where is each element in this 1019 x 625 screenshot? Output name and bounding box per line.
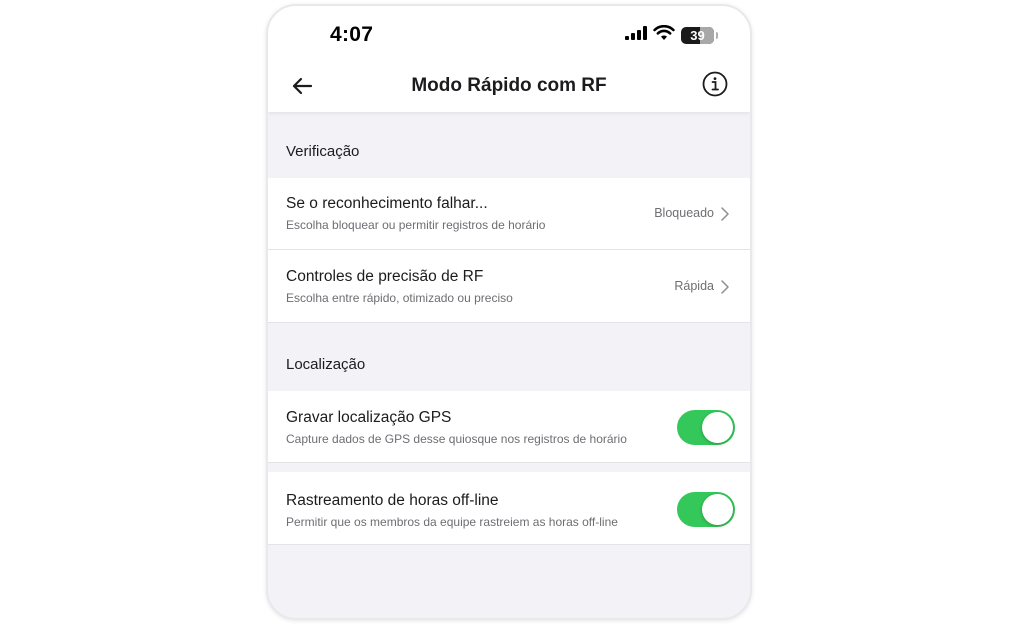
battery-icon: 39 <box>681 27 718 44</box>
gps-location-toggle[interactable] <box>677 410 735 445</box>
wifi-icon <box>653 24 675 46</box>
section-header-location: Localização <box>286 356 366 373</box>
row-title: Controles de precisão de RF <box>286 268 484 285</box>
cellular-signal-icon <box>625 26 647 45</box>
info-button[interactable] <box>700 71 730 101</box>
row-title: Rastreamento de horas off-line <box>286 492 499 509</box>
row-subtitle: Capture dados de GPS desse quiosque nos … <box>286 432 627 446</box>
row-subtitle: Escolha entre rápido, otimizado ou preci… <box>286 291 513 305</box>
row-title: Se o reconhecimento falhar... <box>286 195 488 212</box>
phone-frame: 4:07 39 Modo Rápido com RF Verificação S… <box>266 4 752 620</box>
row-offline-tracking: Rastreamento de horas off-line Permitir … <box>268 472 750 545</box>
row-gps-location: Gravar localização GPS Capture dados de … <box>268 391 750 463</box>
status-icons: 39 <box>625 24 718 46</box>
nav-bar: Modo Rápido com RF <box>268 64 750 112</box>
section-header-verification: Verificação <box>286 143 360 160</box>
info-icon <box>702 71 728 102</box>
chevron-right-icon <box>720 207 730 221</box>
battery-level: 39 <box>690 28 705 43</box>
status-bar: 4:07 39 <box>268 6 750 64</box>
toggle-knob <box>702 412 733 443</box>
row-value: Rápida <box>674 279 714 293</box>
row-rf-precision[interactable]: Controles de precisão de RF Escolha entr… <box>268 250 750 323</box>
row-value: Bloqueado <box>654 206 714 220</box>
row-recognition-failure[interactable]: Se o reconhecimento falhar... Escolha bl… <box>268 178 750 250</box>
row-subtitle: Escolha bloquear ou permitir registros d… <box>286 218 546 232</box>
chevron-right-icon <box>720 280 730 294</box>
offline-tracking-toggle[interactable] <box>677 492 735 527</box>
row-subtitle: Permitir que os membros da equipe rastre… <box>286 515 618 529</box>
toggle-knob <box>702 494 733 525</box>
row-title: Gravar localização GPS <box>286 409 452 426</box>
status-time: 4:07 <box>330 23 374 46</box>
page-title: Modo Rápido com RF <box>411 75 607 96</box>
